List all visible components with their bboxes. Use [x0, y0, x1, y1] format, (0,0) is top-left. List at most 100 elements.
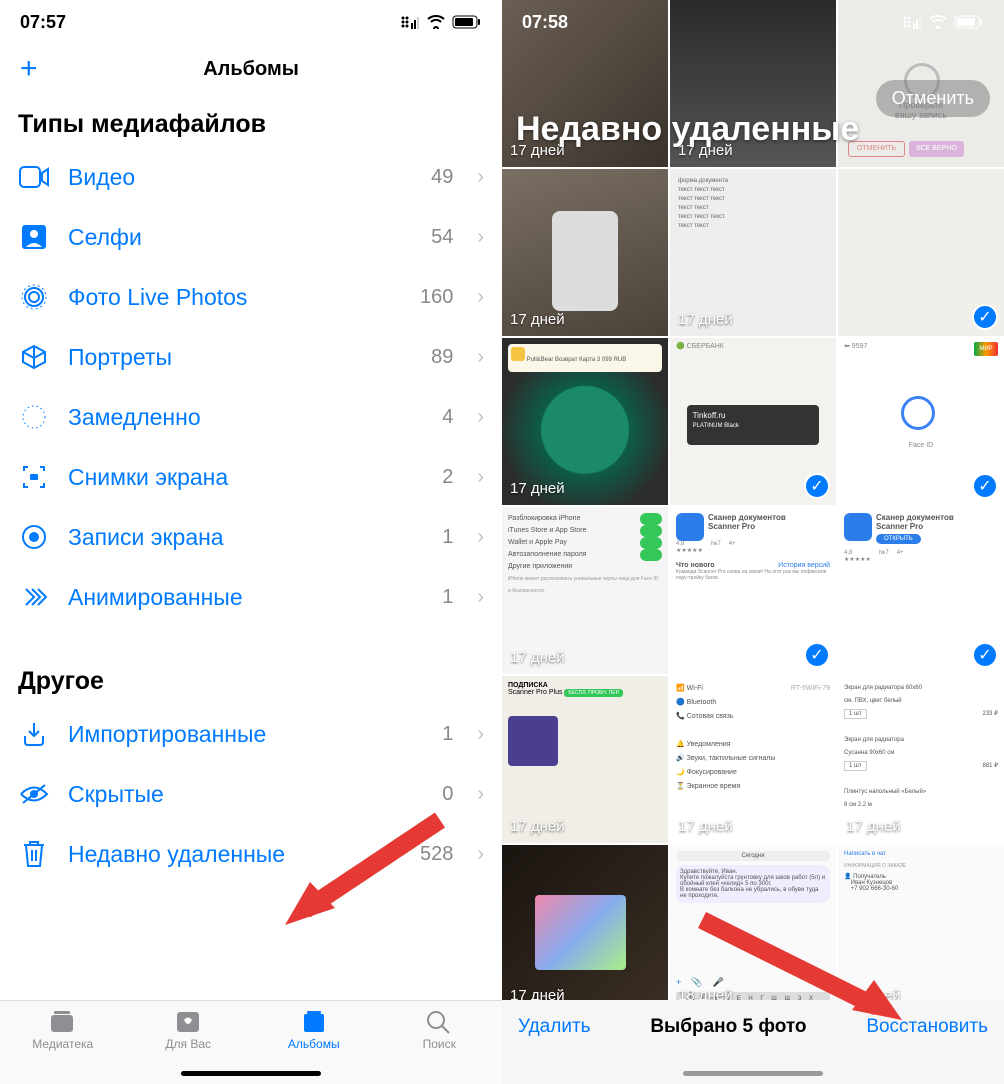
row-count: 1 [442, 526, 453, 549]
add-button[interactable]: + [20, 52, 38, 86]
row-selfie[interactable]: Селфи 54 › [0, 207, 502, 267]
row-count: 0 [442, 783, 453, 806]
photo-thumbnail[interactable]: 17 дней [502, 845, 668, 1012]
tab-label: Альбомы [288, 1037, 340, 1051]
status-bar: 07:57 [0, 0, 502, 44]
days-remaining: 17 дней [510, 480, 565, 497]
status-time: 07:58 [522, 12, 568, 33]
tab-label: Медиатека [32, 1037, 93, 1051]
video-icon [18, 161, 50, 193]
chevron-right-icon: › [477, 723, 484, 746]
home-indicator[interactable] [181, 1071, 321, 1076]
row-hidden[interactable]: Скрытые 0 › [0, 764, 502, 824]
chevron-right-icon: › [477, 466, 484, 489]
photo-thumbnail[interactable]: СегодняЗдравствуйте, Иван.Купите пожалуй… [670, 845, 836, 1012]
row-video[interactable]: Видео 49 › [0, 147, 502, 207]
row-label: Анимированные [68, 584, 424, 611]
section-media-types: Типы медиафайлов [0, 94, 502, 147]
row-label: Селфи [68, 224, 413, 251]
row-label: Портреты [68, 344, 413, 371]
photo-thumbnail[interactable]: Экран для радиатора 60х60см, ПВХ, цвет б… [838, 676, 1004, 843]
chevron-right-icon: › [477, 783, 484, 806]
photo-thumbnail[interactable]: ✓ [838, 169, 1004, 336]
delete-button[interactable]: Удалить [518, 1016, 591, 1038]
photo-thumbnail[interactable]: Сканер документовScanner ProОТКРЫТЬ4,8★★… [838, 507, 1004, 674]
days-remaining: 17 дней [846, 818, 901, 835]
tab-bar: Медиатека Для Вас Альбомы Поиск [0, 1000, 502, 1084]
tab-search[interactable]: Поиск [377, 1009, 503, 1084]
cellular-icon [400, 15, 420, 29]
record-icon [18, 521, 50, 553]
photo-grid: 17 дней17 днейПроверьтевашу записьОТМЕНИ… [502, 0, 1004, 1084]
photo-thumbnail[interactable]: ⬅ 9597МИРFace ID✓ [838, 338, 1004, 505]
livephoto-icon [18, 281, 50, 313]
chevron-right-icon: › [477, 586, 484, 609]
row-livephoto[interactable]: Фото Live Photos 160 › [0, 267, 502, 327]
trash-icon [18, 838, 50, 870]
row-label: Замедленно [68, 404, 424, 431]
cancel-button[interactable]: Отменить [876, 80, 990, 117]
photo-thumbnail[interactable]: 📶 Wi-Fi RT-5WiFi-79🔵 Bluetooth📞 Сотовая … [670, 676, 836, 843]
bottom-toolbar: Удалить Выбрано 5 фото Восстановить [502, 1000, 1004, 1084]
row-count: 528 [420, 843, 453, 866]
row-screenshot[interactable]: Снимки экрана 2 › [0, 447, 502, 507]
home-indicator[interactable] [683, 1071, 823, 1076]
row-animated[interactable]: Анимированные 1 › [0, 567, 502, 627]
nav-header: + Альбомы [0, 44, 502, 94]
hidden-icon [18, 778, 50, 810]
row-imported[interactable]: Импортированные 1 › [0, 704, 502, 764]
photo-thumbnail[interactable]: Написать в чатИНФОРМАЦИЯ О ЗАКАЗЕ👤 Получ… [838, 845, 1004, 1012]
row-count: 49 [431, 166, 453, 189]
selected-check-icon: ✓ [972, 642, 998, 668]
chevron-right-icon: › [477, 346, 484, 369]
tab-library[interactable]: Медиатека [0, 1009, 126, 1084]
selfie-icon [18, 221, 50, 253]
tab-label: Поиск [423, 1037, 456, 1051]
status-time: 07:57 [20, 12, 66, 33]
section-other: Другое [0, 627, 502, 704]
screenshot-icon [18, 461, 50, 493]
row-slowmo[interactable]: Замедленно 4 › [0, 387, 502, 447]
chevron-right-icon: › [477, 286, 484, 309]
row-portrait[interactable]: Портреты 89 › [0, 327, 502, 387]
row-label: Недавно удаленные [68, 841, 402, 868]
import-icon [18, 718, 50, 750]
recover-button[interactable]: Восстановить [866, 1016, 988, 1038]
photo-thumbnail[interactable]: Разблокировка iPhone iTunes Store и App … [502, 507, 668, 674]
chevron-right-icon: › [477, 406, 484, 429]
page-title: Недавно удаленные [516, 110, 859, 149]
row-count: 2 [442, 466, 453, 489]
wifi-icon [426, 15, 446, 29]
days-remaining: 17 дней [510, 311, 565, 328]
tab-label: Для Вас [165, 1037, 211, 1051]
cube-icon [18, 341, 50, 373]
row-label: Видео [68, 164, 413, 191]
row-count: 89 [431, 346, 453, 369]
photo-thumbnail[interactable]: форма документатекст текст тексттекст те… [670, 169, 836, 336]
battery-icon [954, 15, 984, 29]
row-label: Фото Live Photos [68, 284, 402, 311]
photo-thumbnail[interactable]: 🟢 СБЕРБАНКTinkoff.ruPLATINUM Black✓ [670, 338, 836, 505]
albums-icon [299, 1009, 329, 1035]
selected-check-icon: ✓ [804, 473, 830, 499]
photo-thumbnail[interactable]: Сканер документовScanner Pro4,8★★★★★№74+… [670, 507, 836, 674]
albums-screen: 07:57 + Альбомы Типы медиафайлов Видео 4… [0, 0, 502, 1084]
row-count: 160 [420, 286, 453, 309]
row-label: Импортированные [68, 721, 424, 748]
wifi-icon [928, 15, 948, 29]
library-icon [48, 1009, 78, 1035]
days-remaining: 17 дней [510, 649, 565, 666]
photo-thumbnail[interactable]: Pull&Bear Возврат Карта 3 099 RUB17 дней [502, 338, 668, 505]
battery-icon [452, 15, 482, 29]
photo-thumbnail[interactable]: 17 дней [502, 169, 668, 336]
row-label: Скрытые [68, 781, 424, 808]
chevron-right-icon: › [477, 166, 484, 189]
status-bar: 07:58 [502, 0, 1004, 44]
selected-check-icon: ✓ [972, 304, 998, 330]
row-count: 1 [442, 586, 453, 609]
row-screenrecord[interactable]: Записи экрана 1 › [0, 507, 502, 567]
row-recently-deleted[interactable]: Недавно удаленные 528 › [0, 824, 502, 884]
photo-thumbnail[interactable]: ПОДПИСКАScanner Pro Plus БЕСПЛ. ПРОБН. П… [502, 676, 668, 843]
slowmo-icon [18, 401, 50, 433]
row-label: Снимки экрана [68, 464, 424, 491]
